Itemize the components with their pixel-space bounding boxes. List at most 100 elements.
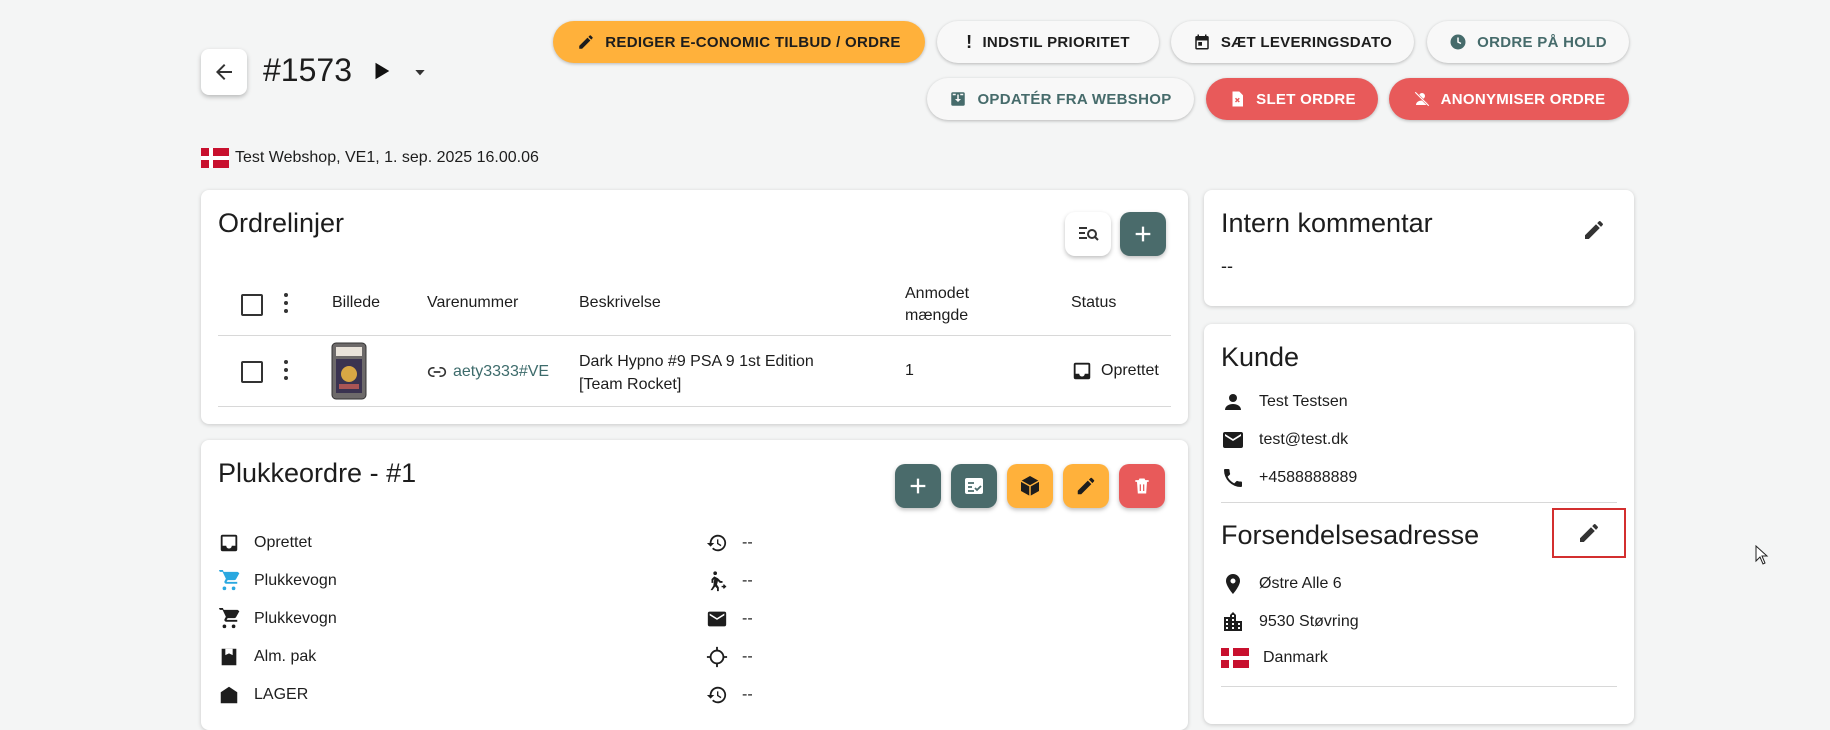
- warehouse-icon: [220, 686, 238, 704]
- download-box-icon: [951, 92, 966, 106]
- arrow-left-icon: [216, 64, 232, 80]
- inbox-icon: [220, 534, 238, 552]
- mouse-cursor-icon: [1755, 545, 1769, 565]
- address-country-row: Danmark: [1221, 648, 1328, 668]
- person-icon: [1225, 394, 1241, 410]
- customer-title: Kunde: [1221, 342, 1300, 372]
- order-number: #1573: [263, 52, 352, 88]
- row-status: Oprettet: [1071, 360, 1159, 382]
- pick-history-2: --: [706, 684, 753, 706]
- divider: [218, 335, 1171, 336]
- internal-comment-card: Intern kommentar --: [1204, 190, 1634, 306]
- crosshair-icon: [706, 646, 728, 668]
- pencil-icon: [1580, 524, 1598, 542]
- add-pick-button[interactable]: [895, 464, 941, 508]
- box-icon: [221, 648, 237, 666]
- delete-pick-button[interactable]: [1119, 464, 1165, 508]
- divider: [1221, 686, 1617, 687]
- item-number-link[interactable]: aety3333#VE: [427, 362, 549, 382]
- trash-icon: [1135, 478, 1149, 494]
- clock-icon: [1450, 34, 1466, 50]
- pencil-icon: [1585, 221, 1603, 239]
- address-street-row: Østre Alle 6: [1221, 572, 1342, 596]
- delete-box-icon: [1232, 91, 1244, 107]
- inbox-icon: [1073, 362, 1091, 380]
- row-qty: 1: [905, 362, 914, 379]
- pick-list-button[interactable]: [951, 464, 997, 508]
- pick-cart-active: Plukkevogn: [218, 570, 337, 592]
- anonymize-order-button[interactable]: ANONYMISER ORDRE: [1389, 78, 1629, 120]
- calendar-icon: [1195, 34, 1209, 50]
- mail-icon: [1223, 432, 1243, 448]
- danish-flag-icon: [1221, 648, 1249, 668]
- update-from-webshop-button[interactable]: OPDATÉR FRA WEBSHOP: [927, 78, 1194, 120]
- mail-icon: [707, 611, 727, 627]
- danish-flag-icon: [201, 148, 229, 168]
- pick-history: --: [706, 532, 753, 554]
- pick-target: --: [706, 646, 753, 668]
- pick-status: Oprettet: [218, 532, 312, 554]
- history-icon: [706, 534, 727, 552]
- checklist-icon: [965, 478, 983, 494]
- col-description: Beskrivelse: [579, 294, 661, 311]
- edit-address-button[interactable]: [1552, 508, 1626, 558]
- chevron-down-icon[interactable]: [412, 64, 428, 80]
- product-thumbnail[interactable]: [331, 342, 367, 400]
- cart-icon: [218, 570, 240, 591]
- order-lines-card: Ordrelinjer Billede Varenummer Beskrivel…: [201, 190, 1188, 424]
- edit-economic-button[interactable]: REDIGER E-CONOMIC TILBUD / ORDRE: [553, 21, 925, 63]
- search-lines-button[interactable]: [1065, 212, 1111, 256]
- pick-order-title: Plukkeordre - #1: [218, 458, 417, 488]
- row-more-vert-icon[interactable]: [283, 359, 289, 381]
- pick-order-card: Plukkeordre - #1 Oprettet Plukkevogn Plu…: [201, 440, 1188, 730]
- plus-icon: [1135, 226, 1151, 242]
- row-checkbox[interactable]: [241, 361, 263, 383]
- link-icon: [427, 367, 447, 377]
- order-lines-title: Ordrelinjer: [218, 208, 345, 238]
- edit-pick-button[interactable]: [1063, 464, 1109, 508]
- shipping-address-title: Forsendelsesadresse: [1221, 520, 1480, 550]
- back-button[interactable]: [201, 49, 247, 95]
- order-on-hold-button[interactable]: ORDRE PÅ HOLD: [1427, 21, 1629, 63]
- add-line-button[interactable]: [1120, 212, 1166, 256]
- package-icon: [1020, 476, 1040, 496]
- pick-warehouse: LAGER: [218, 684, 308, 706]
- col-image: Billede: [332, 294, 381, 311]
- divider: [218, 406, 1171, 407]
- more-vert-icon[interactable]: [283, 292, 289, 314]
- internal-comment-title: Intern kommentar: [1221, 208, 1433, 238]
- pick-mail: --: [706, 608, 753, 630]
- edit-comment-button[interactable]: [1582, 218, 1606, 242]
- person-off-icon: [1414, 91, 1430, 107]
- phone-icon: [1224, 469, 1242, 487]
- play-icon[interactable]: [370, 60, 392, 82]
- set-priority-button[interactable]: ! INDSTIL PRIORITET: [937, 21, 1159, 63]
- col-item-number: Varenummer: [427, 294, 519, 311]
- exclamation-icon: !: [966, 31, 973, 52]
- divider: [1221, 502, 1617, 503]
- customer-card: Kunde Test Testsen test@test.dk +4588888…: [1204, 324, 1634, 724]
- row-description: Dark Hypno #9 PSA 9 1st Edition [Team Ro…: [579, 353, 814, 393]
- col-status: Status: [1071, 294, 1117, 311]
- pick-package-type: Alm. pak: [218, 646, 316, 668]
- col-requested-qty: Anmodet mængde: [905, 285, 970, 324]
- pencil-icon: [579, 35, 594, 49]
- pencil-icon: [1077, 477, 1095, 495]
- internal-comment-value: --: [1221, 256, 1233, 276]
- address-city-row: 9530 Støvring: [1221, 610, 1359, 634]
- select-all-checkbox[interactable]: [241, 294, 263, 316]
- customer-email-row: test@test.dk: [1221, 428, 1348, 452]
- set-delivery-date-button[interactable]: SÆT LEVERINGSDATO: [1171, 21, 1414, 63]
- pick-cart: Plukkevogn: [218, 608, 337, 630]
- location-pin-icon: [1226, 574, 1240, 594]
- list-search-icon: [1079, 227, 1099, 241]
- city-icon: [1224, 612, 1242, 631]
- package-button[interactable]: [1007, 464, 1053, 508]
- order-source-line: Test Webshop, VE1, 1. sep. 2025 16.00.06: [201, 148, 539, 168]
- pick-walker: --: [706, 570, 753, 592]
- walking-icon: [710, 571, 727, 592]
- customer-name-row: Test Testsen: [1221, 390, 1348, 414]
- history-icon: [706, 686, 727, 704]
- customer-phone-row: +4588888889: [1221, 466, 1357, 490]
- delete-order-button[interactable]: SLET ORDRE: [1206, 78, 1378, 120]
